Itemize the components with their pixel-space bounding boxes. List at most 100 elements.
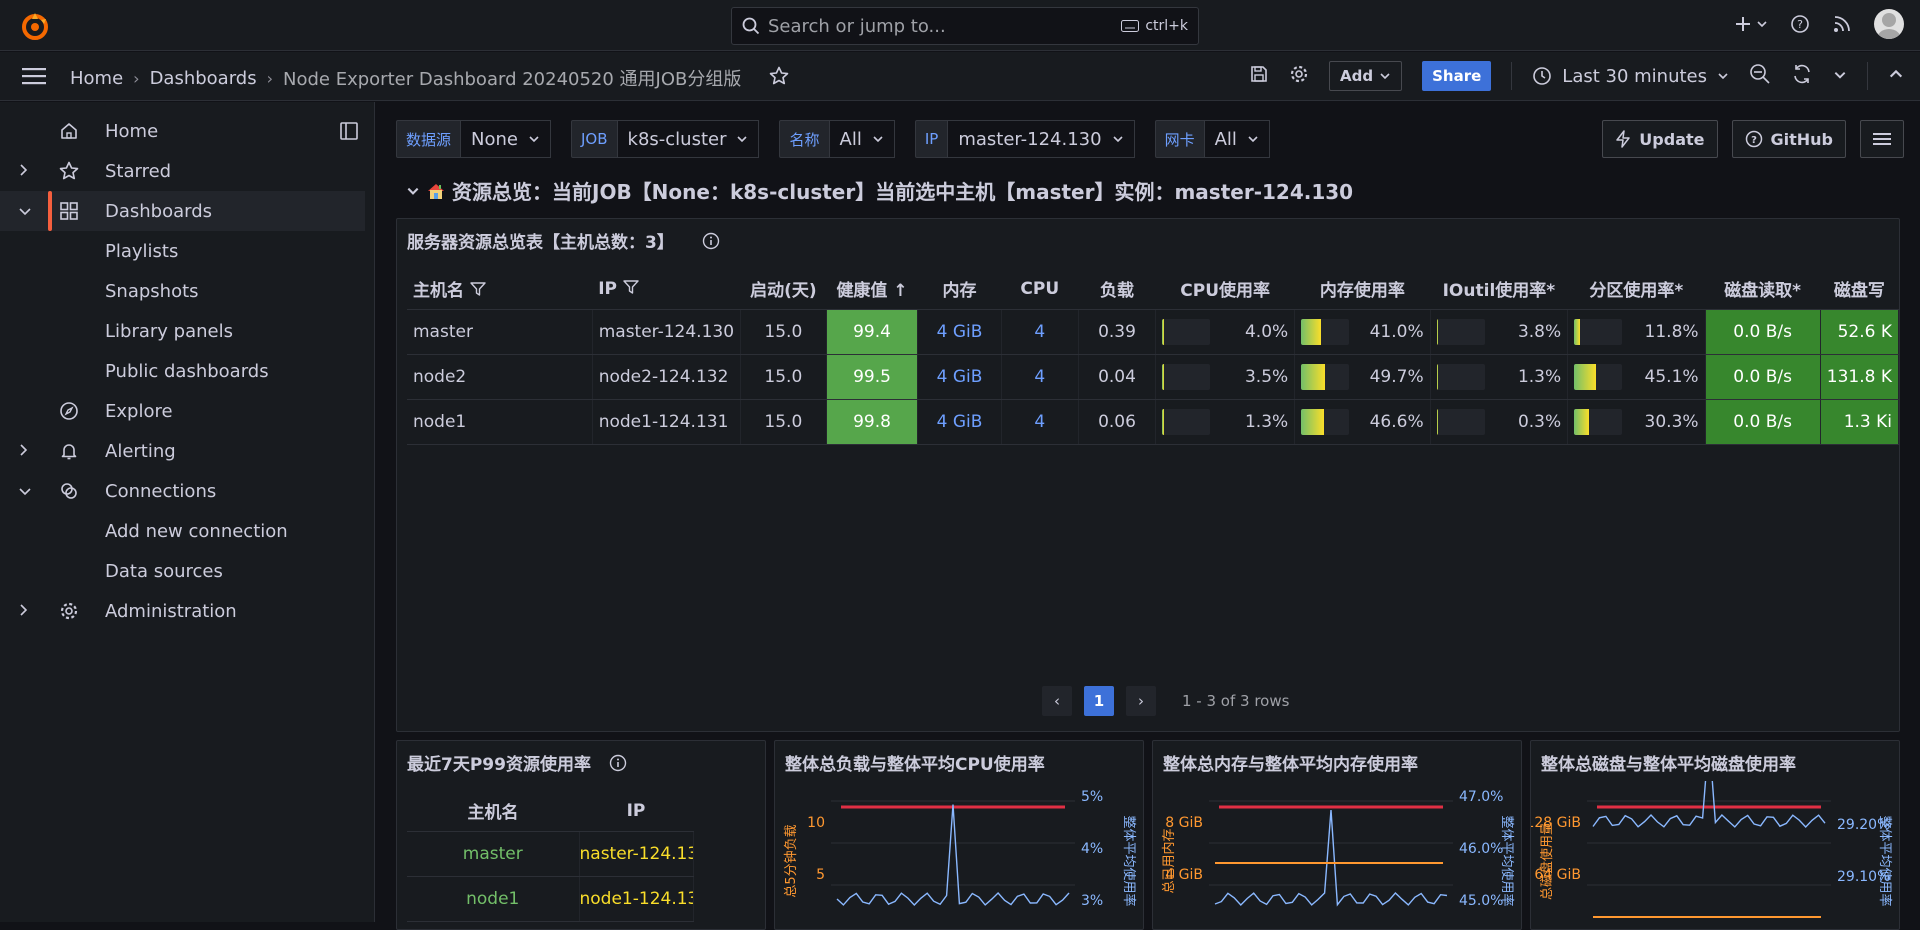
cell-disk-write: 131.8 K — [1820, 354, 1899, 400]
col-mem-usage[interactable]: 内存使用率 — [1294, 269, 1431, 310]
time-range-picker[interactable]: Last 30 minutes — [1532, 66, 1729, 87]
settings-gear-icon[interactable] — [1289, 64, 1309, 88]
col-health[interactable]: 健康值 ↑ — [826, 269, 918, 310]
y2-tick-label: 5% — [1081, 789, 1103, 805]
page-1-button[interactable]: 1 — [1084, 686, 1114, 716]
sidebar-item-public-dashboards[interactable]: Public dashboards — [0, 351, 365, 391]
cell-ip: node1-124.131 — [579, 876, 694, 922]
col-ioutil[interactable]: IOutil使用率* — [1430, 269, 1568, 310]
cell-health: 99.5 — [826, 354, 919, 400]
chart-load-cpu: 总5分钟负载 整体平均使用率 10 5 5% 4% 3% — [783, 789, 1137, 909]
sidebar-item-data-sources[interactable]: Data sources — [0, 551, 365, 591]
cell-memory-link[interactable]: 4 GiB — [917, 309, 1002, 355]
col-hostname[interactable]: 主机名 — [407, 269, 593, 310]
col-ip[interactable]: IP — [592, 269, 741, 310]
breadcrumb-home[interactable]: Home — [70, 68, 123, 89]
info-icon[interactable] — [609, 754, 627, 772]
house-emoji-icon — [428, 183, 444, 199]
help-icon[interactable]: ? — [1790, 14, 1810, 34]
cell-cpu-link[interactable]: 4 — [1001, 354, 1079, 400]
sidebar-item-administration[interactable]: Administration — [0, 591, 365, 631]
sidebar-item-add-new-connection[interactable]: Add new connection — [0, 511, 365, 551]
sidebar-item-alerting[interactable]: Alerting — [0, 431, 365, 471]
sidebar-item-explore[interactable]: Explore — [0, 391, 365, 431]
news-rss-icon[interactable] — [1832, 14, 1852, 34]
variable-job-select[interactable]: k8s-cluster — [617, 120, 760, 158]
user-avatar[interactable] — [1874, 9, 1904, 39]
row-title[interactable]: 资源总览：当前JOB【None：k8s-cluster】当前选中主机【maste… — [406, 176, 1353, 205]
chevron-down-icon[interactable] — [18, 481, 32, 502]
variable-nic-select[interactable]: All — [1204, 120, 1270, 158]
svg-text:?: ? — [1751, 135, 1757, 146]
update-button[interactable]: Update — [1602, 120, 1718, 158]
col-uptime[interactable]: 启动(天) — [740, 269, 827, 310]
filter-icon[interactable] — [470, 282, 486, 296]
cell-cpu-link[interactable]: 4 — [1001, 399, 1079, 445]
col-disk-read[interactable]: 磁盘读取* — [1705, 269, 1821, 310]
next-page-chevron-right-icon[interactable]: › — [1126, 686, 1156, 716]
chevron-right-icon[interactable] — [18, 441, 28, 462]
cell-cpu-link[interactable]: 4 — [1001, 309, 1079, 355]
cell-memory-link[interactable]: 4 GiB — [917, 399, 1002, 445]
variable-ip: IP master-124.130 — [914, 120, 1135, 158]
sidebar-item-library-panels[interactable]: Library panels — [0, 311, 365, 351]
sidebar-item-home[interactable]: Home — [0, 111, 365, 151]
y-tick-label: 5 — [816, 867, 825, 883]
table-header-row: 主机名 IP — [407, 791, 693, 832]
col-cpu-usage[interactable]: CPU使用率 — [1155, 269, 1295, 310]
gauge-bar — [1436, 408, 1485, 435]
add-button[interactable]: Add — [1329, 61, 1403, 91]
filter-icon[interactable] — [623, 280, 639, 294]
chevron-right-icon[interactable] — [18, 161, 28, 182]
info-icon[interactable] — [702, 232, 720, 250]
github-button[interactable]: ? GitHub — [1731, 120, 1846, 158]
star-icon[interactable] — [769, 66, 789, 91]
col-load[interactable]: 负载 — [1078, 269, 1156, 310]
sidebar-item-snapshots[interactable]: Snapshots — [0, 271, 365, 311]
variable-name-select[interactable]: All — [829, 120, 895, 158]
variable-name: 名称 All — [779, 120, 895, 158]
rows-summary: 1 - 3 of 3 rows — [1182, 692, 1290, 710]
sidebar-item-starred[interactable]: Starred — [0, 151, 365, 191]
search-input[interactable]: Search or jump to... ctrl+k — [731, 7, 1199, 45]
variable-datasource-select[interactable]: None — [461, 120, 551, 158]
collapse-chevron-up-icon[interactable] — [1888, 66, 1904, 86]
variable-job: JOB k8s-cluster — [570, 120, 760, 158]
cell-load: 0.06 — [1078, 399, 1157, 445]
col-memory[interactable]: 内存 — [917, 269, 1002, 310]
col-partition[interactable]: 分区使用率* — [1567, 269, 1706, 310]
breadcrumb-dashboards[interactable]: Dashboards — [150, 68, 257, 89]
prev-page-chevron-left-icon[interactable]: ‹ — [1042, 686, 1072, 716]
col-cpu[interactable]: CPU — [1001, 269, 1079, 310]
grafana-logo-icon[interactable] — [20, 11, 50, 41]
variable-ip-select[interactable]: master-124.130 — [948, 120, 1135, 158]
y2-tick-label: 29.20% — [1837, 817, 1890, 833]
y2-tick-label: 46.0% — [1459, 841, 1503, 857]
chart-panel-disk: 整体总磁盘与整体平均磁盘使用率 总磁盘使用量 整体平均使用率 128 GiB 64 G… — [1530, 740, 1900, 930]
cell-ip: naster-124.13( — [579, 831, 694, 877]
col-ip[interactable]: IP — [579, 791, 693, 832]
share-button[interactable]: Share — [1422, 61, 1492, 91]
cell-part_pct: 11.8% — [1567, 309, 1706, 355]
gauge-fill — [1574, 318, 1580, 345]
new-plus-icon[interactable] — [1734, 14, 1768, 34]
refresh-interval-chevron-down-icon[interactable] — [1833, 67, 1847, 86]
refresh-icon[interactable] — [1791, 63, 1813, 89]
cog-icon — [58, 600, 80, 622]
cell-host: node1 — [407, 399, 593, 445]
sidebar-item-playlists[interactable]: Playlists — [0, 231, 365, 271]
menu-icon[interactable] — [22, 66, 48, 90]
chevron-down-icon[interactable] — [18, 201, 32, 222]
panel-title: 服务器资源总览表【主机总数：3】 — [407, 228, 720, 253]
save-icon[interactable] — [1249, 64, 1269, 88]
col-hostname[interactable]: 主机名 — [407, 791, 579, 832]
dashboard-links-menu-icon[interactable] — [1860, 120, 1904, 158]
col-disk-write[interactable]: 磁盘写 — [1820, 269, 1899, 310]
sidebar-item-connections[interactable]: Connections — [0, 471, 365, 511]
sidebar-item-dashboards[interactable]: Dashboards — [0, 191, 365, 231]
clock-icon — [1533, 67, 1552, 85]
cell-uptime: 15.0 — [740, 354, 827, 400]
zoom-out-icon[interactable] — [1749, 63, 1771, 89]
chevron-right-icon[interactable] — [18, 601, 28, 622]
cell-memory-link[interactable]: 4 GiB — [917, 354, 1002, 400]
